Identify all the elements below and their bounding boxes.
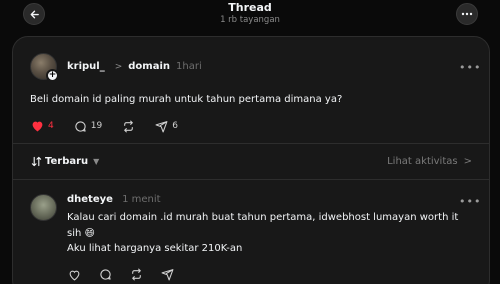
reply-line: Kalau cari domain .id murah buat tahun p… bbox=[67, 212, 459, 239]
post-actions: 4 19 6 bbox=[31, 119, 198, 133]
reply-text: Kalau cari domain .id murah buat tahun p… bbox=[67, 210, 472, 257]
share-button[interactable]: 6 bbox=[155, 120, 178, 133]
repost-button[interactable] bbox=[122, 120, 135, 133]
view-activity-link[interactable]: Lihat aktivitas > bbox=[387, 156, 472, 167]
heart-outline-icon bbox=[69, 270, 80, 281]
post-text: Beli domain id paling murah untuk tahun … bbox=[30, 94, 343, 105]
more-options-button[interactable] bbox=[456, 3, 478, 25]
post-username[interactable]: kripul_ bbox=[67, 61, 105, 72]
reply-share-button[interactable] bbox=[161, 268, 174, 281]
post-avatar[interactable]: + bbox=[30, 53, 59, 82]
follow-plus-icon[interactable]: + bbox=[46, 69, 59, 82]
chevron-right-icon: > bbox=[463, 156, 472, 167]
share-count: 6 bbox=[172, 121, 178, 131]
comment-button[interactable]: 19 bbox=[74, 120, 102, 133]
like-button[interactable]: 4 bbox=[31, 120, 54, 132]
reply-more-icon[interactable]: ••• bbox=[459, 195, 481, 208]
repost-icon bbox=[132, 268, 141, 281]
repost-icon bbox=[124, 120, 134, 132]
comment-icon bbox=[75, 120, 86, 132]
reply-comment-button[interactable] bbox=[99, 268, 112, 281]
more-horizontal-icon bbox=[461, 12, 473, 16]
reply-line: Aku lihat harganya sekitar 210K-an bbox=[67, 243, 243, 254]
reply-username[interactable]: dheteye bbox=[67, 194, 113, 205]
post-more-icon[interactable]: ••• bbox=[459, 61, 481, 74]
page-title: Thread bbox=[228, 1, 272, 14]
like-count: 4 bbox=[48, 121, 54, 131]
reply-like-button[interactable] bbox=[68, 269, 81, 281]
reply-header: dheteye 1 menit bbox=[67, 194, 161, 205]
divider bbox=[13, 179, 489, 180]
chevron-right-icon: > bbox=[114, 61, 123, 72]
thread-panel: + kripul_ > domain 1hari ••• Beli domain… bbox=[12, 36, 490, 284]
comment-count: 19 bbox=[90, 121, 103, 131]
sort-label: Terbaru bbox=[45, 156, 89, 167]
chevron-down-icon: ▼ bbox=[93, 157, 100, 166]
send-icon bbox=[155, 120, 168, 132]
reply-time: 1 menit bbox=[122, 194, 161, 205]
post-time: 1hari bbox=[176, 61, 202, 72]
activity-label: Lihat aktivitas bbox=[387, 156, 458, 167]
comment-icon bbox=[100, 269, 111, 280]
view-count: 1 rb tayangan bbox=[220, 15, 280, 25]
sort-dropdown[interactable]: Terbaru ▼ bbox=[31, 156, 99, 167]
top-bar: Thread 1 rb tayangan bbox=[0, 0, 500, 36]
reply-avatar[interactable] bbox=[30, 194, 57, 221]
sort-icon bbox=[31, 156, 42, 167]
divider bbox=[13, 143, 489, 144]
post-topic-tag[interactable]: domain bbox=[128, 61, 170, 72]
reply-actions bbox=[68, 268, 192, 281]
reply-repost-button[interactable] bbox=[130, 268, 143, 281]
heart-icon bbox=[32, 121, 43, 132]
send-icon bbox=[161, 269, 174, 281]
post-header: kripul_ > domain 1hari bbox=[67, 61, 202, 72]
